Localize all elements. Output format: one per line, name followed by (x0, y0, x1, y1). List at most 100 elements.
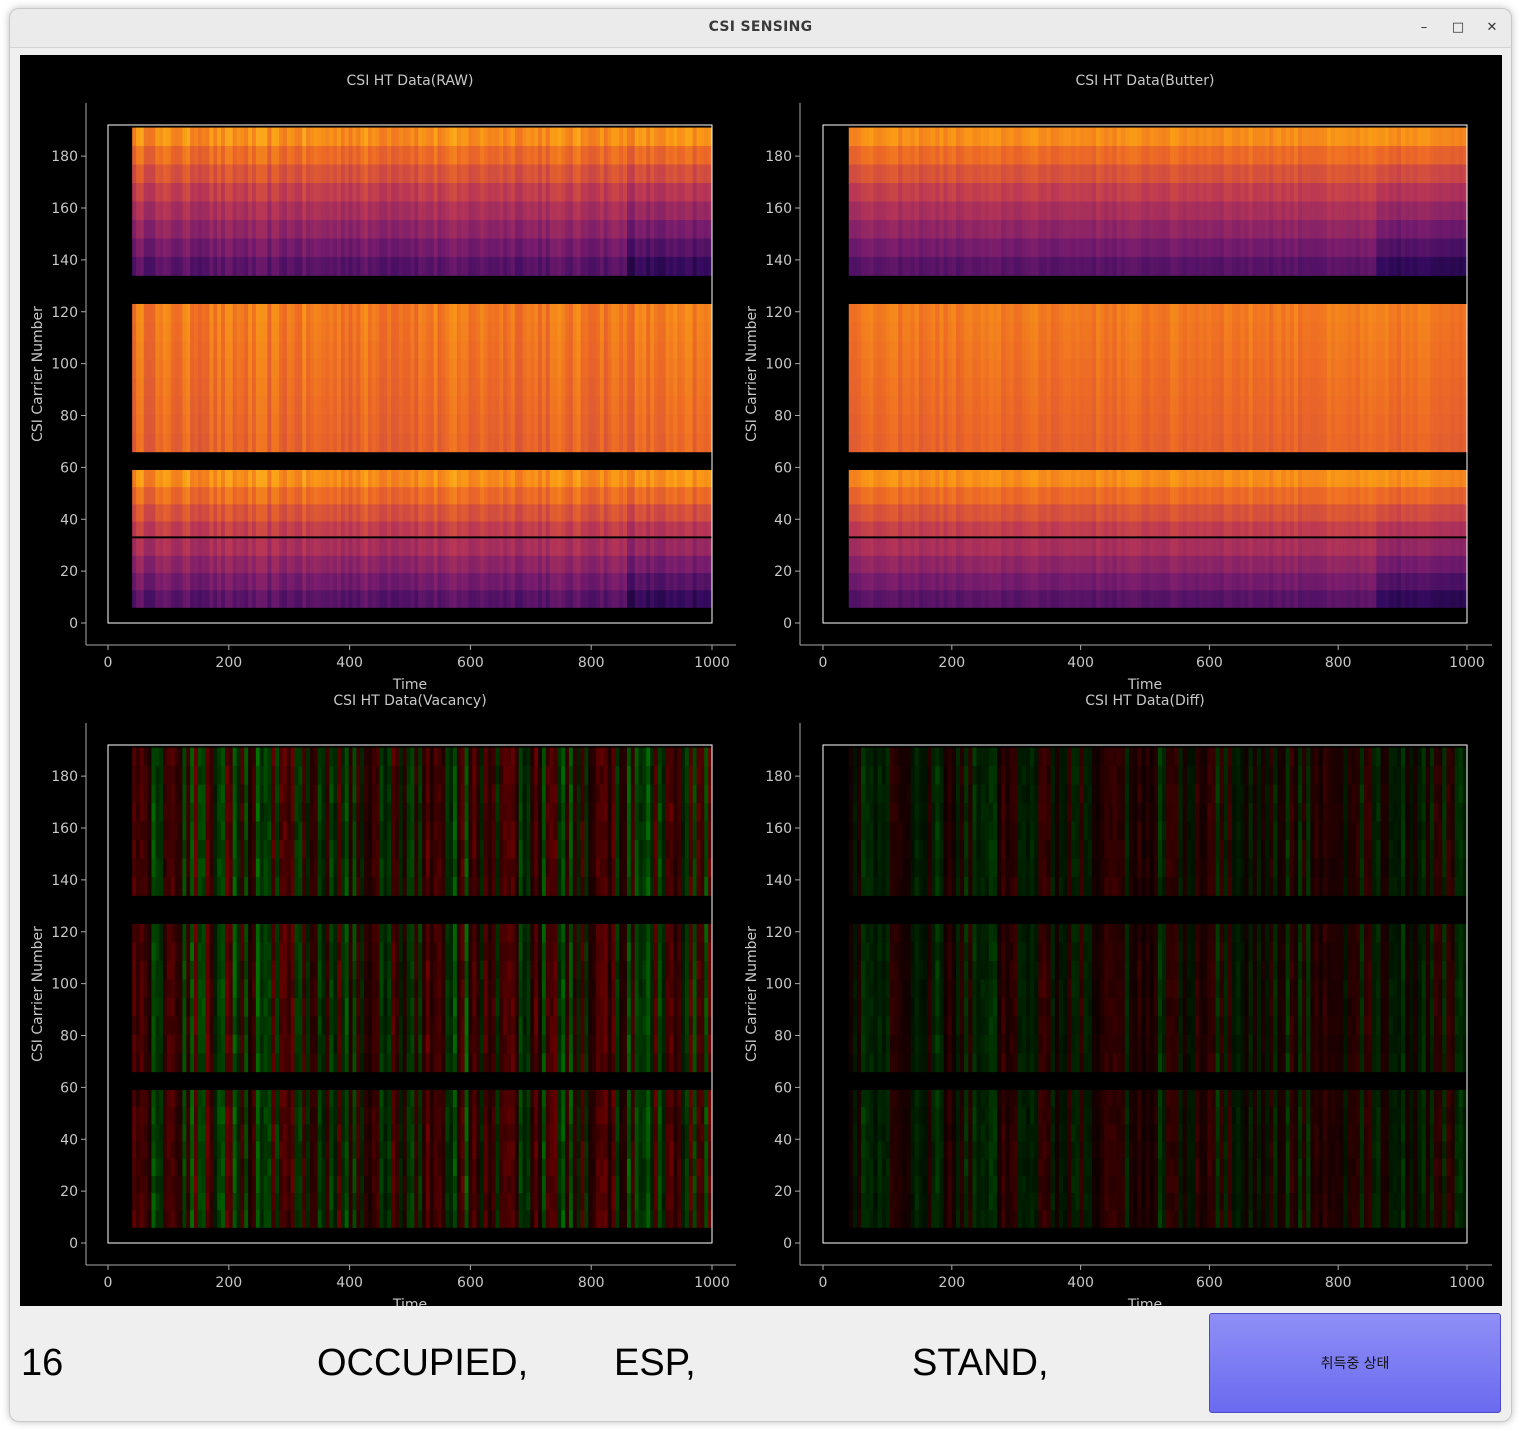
heatmap-panel-4: CSI HT Data(Diff) 0 20 40 60 80 100 120 140 160 18… (744, 693, 1492, 1306)
y-tick-label: 60 (774, 460, 792, 476)
y-tick-label: 60 (60, 1080, 78, 1096)
y-tick-label: 80 (774, 1029, 792, 1045)
y-tick-label: 0 (69, 616, 78, 632)
carrier-band-2 (848, 923, 1468, 1073)
carrier-band-1 (132, 469, 713, 608)
y-tick-label: 20 (60, 1184, 78, 1200)
y-tick-label: 160 (765, 821, 792, 837)
y-tick-label: 120 (765, 925, 792, 941)
y-tick-label: 40 (774, 1132, 792, 1148)
carrier-band-3 (848, 747, 1468, 896)
y-tick-label: 60 (774, 1080, 792, 1096)
x-tick-label: 600 (457, 655, 484, 671)
carrier-band-2 (132, 923, 713, 1073)
heatmap-panel-1: CSI HT Data(RAW) 0 20 40 60 80 100 120 140 160 180… (30, 73, 736, 693)
y-tick-label: 120 (765, 305, 792, 321)
carrier-band-3 (132, 127, 713, 276)
window-title: CSI SENSING (708, 19, 813, 35)
x-tick-label: 600 (457, 1275, 484, 1291)
y-tick-label: 80 (60, 1029, 78, 1045)
y-tick-label: 40 (774, 512, 792, 528)
x-axis-label: Time (392, 677, 427, 693)
carrier-band-1 (848, 469, 1468, 608)
y-tick-label: 140 (765, 253, 792, 269)
plot-title: CSI HT Data(Diff) (1085, 693, 1204, 709)
y-tick-label: 120 (51, 305, 78, 321)
y-tick-label: 100 (51, 357, 78, 373)
y-tick-label: 140 (765, 873, 792, 889)
carrier-band-2 (132, 303, 713, 453)
y-axis-label: CSI Carrier Number (30, 926, 46, 1062)
device-label: ESP, (614, 1342, 696, 1384)
close-button[interactable]: ✕ (1482, 18, 1502, 38)
carrier-band-2 (848, 303, 1468, 453)
x-tick-label: 1000 (694, 655, 730, 671)
app-window: CSI SENSING – □ ✕ CSI HT Data(RAW) 0 20 40 6… (9, 8, 1512, 1422)
y-tick-label: 140 (51, 873, 78, 889)
plot-title: CSI HT Data(Butter) (1076, 73, 1215, 89)
y-tick-label: 60 (60, 460, 78, 476)
x-axis-label: Time (392, 1297, 427, 1306)
carrier-band-1 (848, 1089, 1468, 1228)
y-axis-label: CSI Carrier Number (30, 306, 46, 442)
plot-title: CSI HT Data(Vacancy) (333, 693, 486, 709)
plot-title: CSI HT Data(RAW) (347, 73, 474, 89)
y-tick-label: 40 (60, 1132, 78, 1148)
x-tick-label: 1000 (694, 1275, 730, 1291)
x-tick-label: 800 (1325, 1275, 1352, 1291)
x-axis-label: Time (1127, 1297, 1162, 1306)
y-tick-label: 100 (51, 977, 78, 993)
x-tick-label: 0 (819, 655, 828, 671)
y-tick-label: 20 (774, 564, 792, 580)
carrier-band-3 (132, 747, 713, 896)
acquisition-state-button[interactable]: 취득중 상태 (1209, 1313, 1501, 1413)
x-tick-label: 800 (578, 655, 605, 671)
x-tick-label: 400 (1067, 655, 1094, 671)
y-tick-label: 180 (765, 769, 792, 785)
x-tick-label: 400 (336, 655, 363, 671)
posture-status: STAND, (912, 1342, 1049, 1384)
y-tick-label: 180 (765, 149, 792, 165)
y-tick-label: 160 (51, 201, 78, 217)
y-tick-label: 80 (774, 409, 792, 425)
y-tick-label: 20 (774, 1184, 792, 1200)
x-tick-label: 600 (1196, 655, 1223, 671)
carrier-band-1 (132, 1089, 713, 1228)
y-tick-label: 20 (60, 564, 78, 580)
y-tick-label: 100 (765, 977, 792, 993)
heatmap-panel-2: CSI HT Data(Butter) 0 20 40 60 80 100 120 140 160… (744, 73, 1492, 693)
y-axis-label: CSI Carrier Number (744, 926, 760, 1062)
y-tick-label: 180 (51, 769, 78, 785)
minimize-button[interactable]: – (1414, 18, 1434, 38)
y-tick-label: 80 (60, 409, 78, 425)
y-tick-label: 160 (51, 821, 78, 837)
x-tick-label: 200 (938, 1275, 965, 1291)
x-tick-label: 200 (215, 1275, 242, 1291)
x-tick-label: 800 (1325, 655, 1352, 671)
occupancy-status: OCCUPIED, (317, 1342, 529, 1384)
x-tick-label: 1000 (1449, 655, 1485, 671)
y-tick-label: 140 (51, 253, 78, 269)
x-tick-label: 1000 (1449, 1275, 1485, 1291)
carrier-band-3 (848, 127, 1468, 276)
x-axis-label: Time (1127, 677, 1162, 693)
x-tick-label: 400 (1067, 1275, 1094, 1291)
x-tick-label: 200 (938, 655, 965, 671)
y-tick-label: 100 (765, 357, 792, 373)
y-axis-label: CSI Carrier Number (744, 306, 760, 442)
y-tick-label: 0 (783, 1236, 792, 1252)
plots-svg: CSI HT Data(RAW) 0 20 40 60 80 100 120 140 160 180… (30, 73, 1492, 1306)
title-bar[interactable]: CSI SENSING – □ ✕ (10, 9, 1511, 48)
y-tick-label: 160 (765, 201, 792, 217)
x-tick-label: 0 (104, 1275, 113, 1291)
maximize-button[interactable]: □ (1448, 18, 1468, 38)
x-tick-label: 800 (578, 1275, 605, 1291)
x-tick-label: 600 (1196, 1275, 1223, 1291)
x-tick-label: 400 (336, 1275, 363, 1291)
y-tick-label: 120 (51, 925, 78, 941)
x-tick-label: 0 (104, 655, 113, 671)
x-tick-label: 200 (215, 655, 242, 671)
y-tick-label: 180 (51, 149, 78, 165)
y-tick-label: 40 (60, 512, 78, 528)
heatmap-panel-3: CSI HT Data(Vacancy) 0 20 40 60 80 100 120 140 16… (30, 693, 736, 1306)
